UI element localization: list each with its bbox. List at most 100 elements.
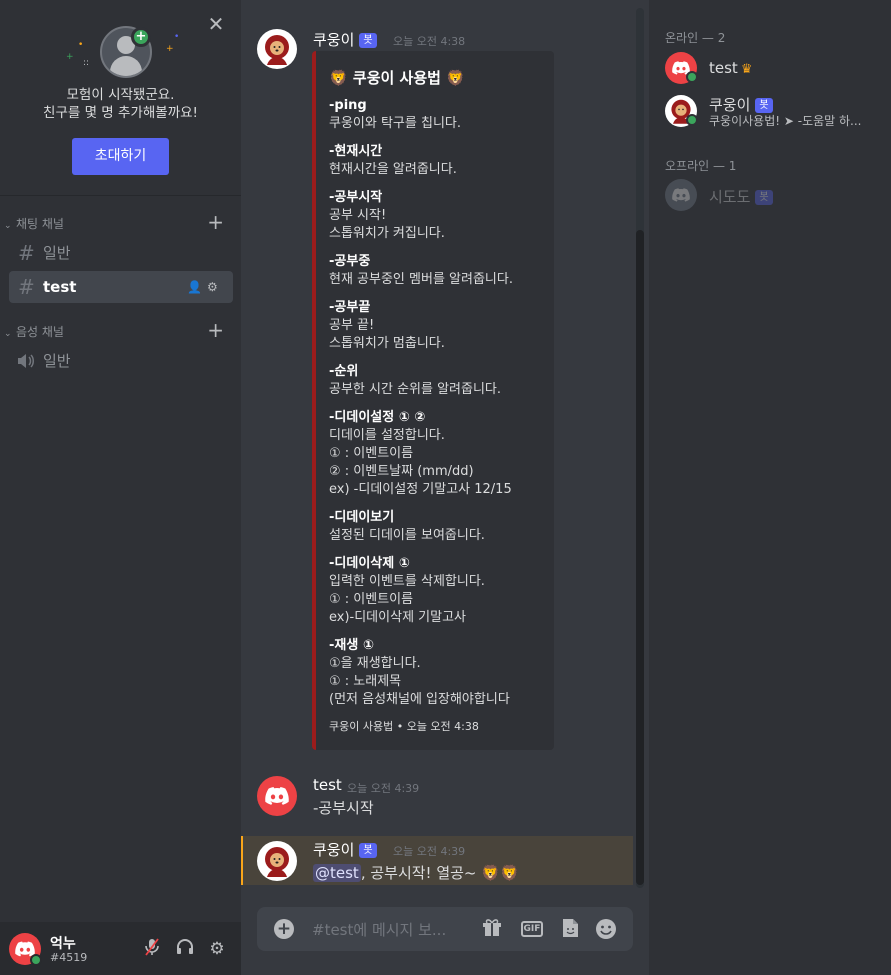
- field-value: 현재 공부중인 멤버를 알려줍니다.: [329, 272, 513, 287]
- field-name: -공부시작: [329, 190, 383, 205]
- message-content: -공부시작: [313, 799, 374, 817]
- headphones-icon[interactable]: [174, 938, 196, 960]
- field-name: -공부끝: [329, 300, 371, 315]
- sparkle-icon: •: [78, 40, 84, 50]
- lion-emoji-icon: 🦁: [329, 69, 348, 87]
- field-name: -공부중: [329, 254, 371, 269]
- online-status-icon: [30, 954, 42, 966]
- invite-member-icon[interactable]: 👤: [187, 271, 202, 303]
- emoji-icon[interactable]: [594, 918, 618, 940]
- sparkle-icon: •: [174, 32, 180, 42]
- author-name: 쿠웅이: [313, 841, 355, 859]
- member-name: test ♛: [709, 59, 752, 77]
- field-name: -디데이보기: [329, 510, 395, 525]
- chevron-down-icon: ⌄: [4, 221, 12, 231]
- author-name: 쿠웅이: [313, 31, 355, 49]
- scrollbar-thumb[interactable]: [636, 230, 644, 885]
- create-channel-icon[interactable]: +: [207, 320, 224, 340]
- sparkle-icon: +: [166, 44, 174, 54]
- category-label: 채팅 채널: [16, 217, 64, 231]
- offline-header: 오프라인 — 1: [665, 159, 737, 173]
- channel-item-test[interactable]: # test 👤 ⚙: [9, 271, 233, 303]
- member-name: 시도도 봇: [709, 186, 773, 207]
- bot-badge: 봇: [359, 843, 377, 858]
- invite-line-1: 모험이 시작됐군요.: [66, 87, 175, 103]
- lion-emoji-icon: 🦁🦁: [481, 864, 519, 882]
- field-value: 현재시간을 알려줍니다.: [329, 162, 457, 177]
- field-value: 쿠웅이와 탁구를 칩니다.: [329, 116, 461, 131]
- close-icon[interactable]: ✕: [206, 14, 226, 34]
- discord-logo-icon: [265, 787, 289, 805]
- gift-icon[interactable]: [480, 918, 504, 940]
- category-label: 음성 채널: [16, 325, 64, 339]
- embed-field: -공부끝 공부 끝! 스톱워치가 멈춥니다.: [329, 299, 554, 353]
- invite-panel: ✕ + • :: + • + 모험이 시작됐군요. 친구를 몇 명 추가해볼까요…: [0, 0, 241, 196]
- embed-field: -ping 쿠웅이와 탁구를 칩니다.: [329, 97, 554, 133]
- lion-avatar-icon: [265, 847, 289, 877]
- online-status-icon: [686, 114, 698, 126]
- message-input[interactable]: #test에 메시지 보...: [312, 919, 446, 940]
- channel-name: 일반: [43, 352, 71, 370]
- bot-avatar[interactable]: [257, 29, 297, 69]
- message-author[interactable]: test: [313, 776, 342, 794]
- message-author[interactable]: 쿠웅이 봇: [313, 29, 377, 50]
- field-value: 입력한 이벤트를 삭제합니다. ① : 이벤트이름 ex)-디데이삭제 기말고사: [329, 574, 485, 625]
- discord-logo-icon: [672, 188, 690, 202]
- category-text-channels[interactable]: ⌄ 채팅 채널 +: [4, 212, 236, 233]
- user-avatar[interactable]: [257, 776, 297, 816]
- voice-channel-general[interactable]: 일반: [9, 345, 233, 377]
- member-item[interactable]: test ♛: [657, 47, 889, 89]
- online-header: 온라인 — 2: [665, 31, 726, 45]
- crown-icon: ♛: [740, 62, 753, 77]
- embed-field: -디데이설정 ① ② 디데이를 설정합니다. ① : 이벤트이름 ② : 이벤트날…: [329, 409, 554, 499]
- gear-icon[interactable]: ⚙: [206, 938, 228, 960]
- username: 억누: [50, 936, 76, 952]
- user-mention[interactable]: @test: [313, 864, 361, 882]
- gif-button[interactable]: GIF: [521, 921, 543, 937]
- bot-badge: 봇: [755, 98, 773, 113]
- embed: 🦁 쿠웅이 사용법 🦁 -ping 쿠웅이와 탁구를 칩니다. -현재시간 현재시간…: [312, 51, 554, 750]
- gear-icon[interactable]: ⚙: [207, 271, 218, 303]
- sparkle-icon: +: [66, 52, 74, 62]
- hash-icon: #: [18, 241, 35, 265]
- message-author[interactable]: 쿠웅이 봇: [313, 839, 377, 860]
- embed-field: -디데이삭제 ① 입력한 이벤트를 삭제합니다. ① : 이벤트이름 ex)-디데…: [329, 555, 554, 627]
- field-name: -순위: [329, 364, 359, 379]
- invite-button[interactable]: 초대하기: [72, 138, 169, 175]
- message-timestamp: 오늘 오전 4:39: [393, 845, 466, 858]
- attach-plus-icon[interactable]: +: [274, 919, 294, 939]
- field-name: -디데이삭제 ①: [329, 556, 410, 571]
- category-voice-channels[interactable]: ⌄ 음성 채널 +: [4, 320, 236, 341]
- channel-name: 일반: [43, 244, 71, 262]
- discord-app: ✕ + • :: + • + 모험이 시작됐군요. 친구를 몇 명 추가해볼까요…: [0, 0, 891, 975]
- member-name-text: test: [709, 59, 738, 77]
- field-value: 설정된 디데이를 보여줍니다.: [329, 528, 485, 543]
- embed-field: -현재시간 현재시간을 알려줍니다.: [329, 143, 554, 179]
- sticker-icon[interactable]: [558, 918, 582, 940]
- embed-title: 🦁 쿠웅이 사용법 🦁: [329, 67, 465, 88]
- channel-item-general[interactable]: # 일반: [9, 237, 233, 269]
- mute-mic-icon[interactable]: [141, 938, 163, 960]
- member-item[interactable]: 쿠웅이 봇 쿠웅이사용법! ➤ -도움말 하...: [657, 90, 889, 132]
- embed-field: -공부중현재 공부중인 멤버를 알려줍니다.: [329, 253, 554, 289]
- embed-footer: 쿠웅이 사용법 • 오늘 오전 4:38: [329, 720, 479, 733]
- embed-field: -재생 ① ①을 재생합니다. ① : 노래제목 (먼저 음성채널에 입장해야합니…: [329, 637, 554, 709]
- member-list: 온라인 — 2 test ♛ 쿠웅이 봇 쿠웅이사용법! ➤ -도움말 하...…: [649, 0, 891, 975]
- sparkle-icon: ::: [83, 58, 90, 68]
- user-panel: 억누 #4519 ⚙: [0, 922, 241, 975]
- avatar: [665, 179, 697, 211]
- field-name: -디데이설정 ① ②: [329, 410, 426, 425]
- message-text: , 공부시작! 열공~: [360, 864, 482, 882]
- member-item[interactable]: 시도도 봇: [657, 174, 889, 216]
- bot-avatar[interactable]: [257, 841, 297, 881]
- field-name: -ping: [329, 98, 367, 113]
- create-channel-icon[interactable]: +: [207, 212, 224, 232]
- bot-badge: 봇: [755, 190, 773, 205]
- message-timestamp: 오늘 오전 4:38: [393, 35, 466, 48]
- field-value: ①을 재생합니다. ① : 노래제목 (먼저 음성채널에 입장해야합니다: [329, 656, 510, 707]
- embed-title-text: 쿠웅이 사용법: [352, 69, 441, 87]
- field-value: 공부한 시간 순위를 알려줍니다.: [329, 382, 502, 397]
- field-name: -재생 ①: [329, 638, 374, 653]
- embed-field: -디데이보기설정된 디데이를 보여줍니다.: [329, 509, 554, 545]
- channel-name: test: [43, 278, 77, 296]
